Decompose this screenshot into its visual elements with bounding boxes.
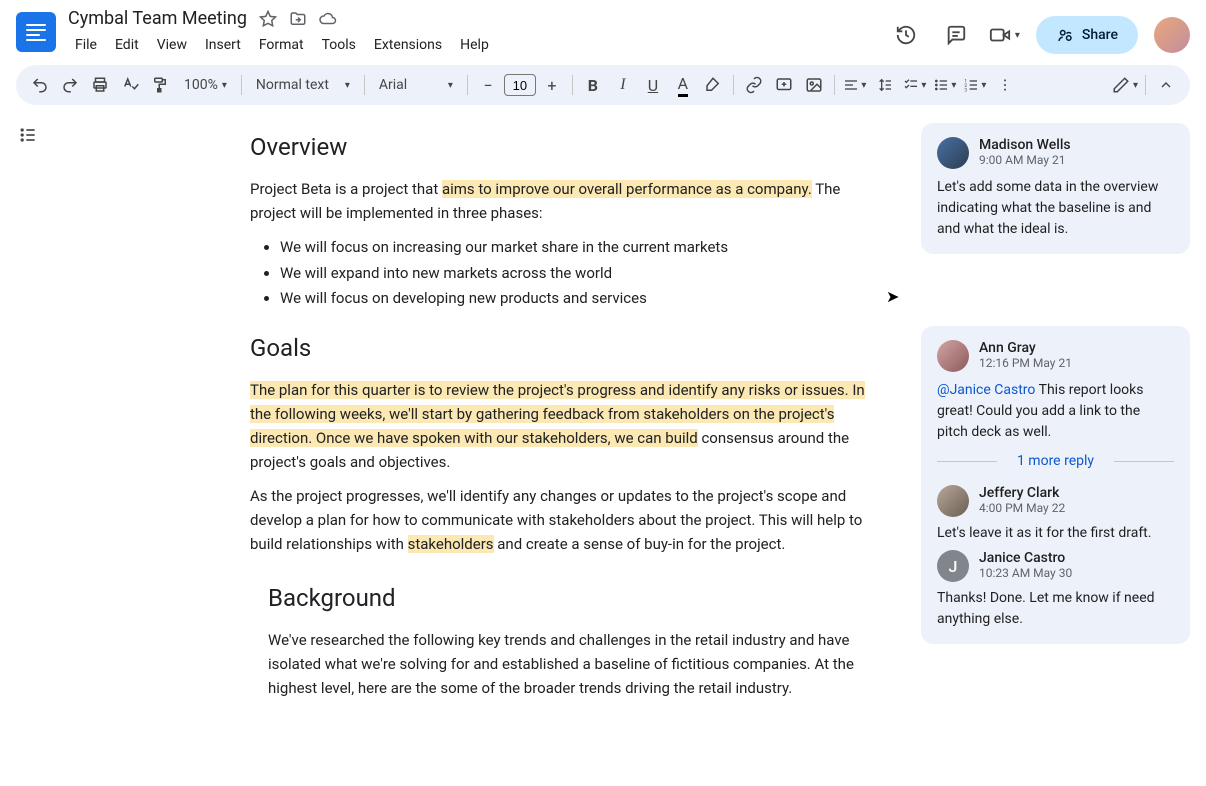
menu-file[interactable]: File (68, 33, 104, 57)
comment-card[interactable]: Madison Wells 9:00 AM May 21 Let's add s… (921, 123, 1190, 254)
commenter-avatar: J (937, 550, 969, 582)
toolbar: 100%▾ Normal text▾ Arial▾ − + B I U A ▾ … (16, 65, 1190, 105)
comment-card[interactable]: Ann Gray 12:16 PM May 21 @Janice Castro … (921, 326, 1190, 644)
commenter-avatar (937, 137, 969, 169)
comment-body: @Janice Castro This report looks great! … (937, 380, 1174, 443)
paragraph: As the project progresses, we'll identif… (250, 484, 881, 556)
paragraph-style-select[interactable]: Normal text▾ (248, 71, 358, 99)
comment-body: Let's add some data in the overview indi… (937, 177, 1174, 240)
bold-button[interactable]: B (579, 71, 607, 99)
heading-goals: Goals (250, 334, 881, 362)
spellcheck-button[interactable] (116, 71, 144, 99)
commenter-avatar (937, 485, 969, 517)
underline-button[interactable]: U (639, 71, 667, 99)
outline-toggle-icon[interactable] (18, 125, 50, 145)
font-size-input[interactable] (504, 74, 536, 96)
menu-extensions[interactable]: Extensions (367, 33, 449, 57)
redo-button[interactable] (56, 71, 84, 99)
collapse-toolbar-button[interactable] (1152, 71, 1180, 99)
more-options-button[interactable] (991, 71, 1019, 99)
highlight-color-button[interactable] (699, 71, 727, 99)
text-color-button[interactable]: A (669, 71, 697, 99)
comment-time: 12:16 PM May 21 (979, 356, 1072, 370)
star-icon[interactable] (259, 10, 277, 28)
print-button[interactable] (86, 71, 114, 99)
commenter-name: Madison Wells (979, 137, 1071, 153)
insert-link-button[interactable] (740, 71, 768, 99)
checklist-button[interactable]: ▾ (901, 71, 929, 99)
menu-view[interactable]: View (150, 33, 194, 57)
list-item: We will focus on developing new products… (280, 286, 881, 312)
menu-tools[interactable]: Tools (315, 33, 363, 57)
zoom-select[interactable]: 100%▾ (176, 71, 235, 99)
comment-body: Thanks! Done. Let me know if need anythi… (937, 588, 1174, 630)
commenter-name: Jeffery Clark (979, 485, 1065, 501)
commenter-avatar (937, 340, 969, 372)
comment-time: 4:00 PM May 22 (979, 501, 1065, 515)
heading-overview: Overview (250, 133, 881, 161)
comment-body: Let's leave it as it for the first draft… (937, 523, 1174, 544)
menu-help[interactable]: Help (453, 33, 496, 57)
docs-logo[interactable] (16, 12, 56, 52)
menu-edit[interactable]: Edit (108, 33, 146, 57)
align-button[interactable]: ▾ (841, 71, 869, 99)
document-title[interactable]: Cymbal Team Meeting (68, 8, 247, 29)
commenter-name: Janice Castro (979, 550, 1072, 566)
account-avatar[interactable] (1154, 17, 1190, 53)
line-spacing-button[interactable] (871, 71, 899, 99)
list-item: We will focus on increasing our market s… (280, 235, 881, 261)
share-button[interactable]: Share (1036, 16, 1138, 54)
chevron-down-icon: ▾ (1015, 30, 1020, 41)
editing-mode-button[interactable]: ▾ (1111, 71, 1139, 99)
comment-time: 10:23 AM May 30 (979, 566, 1072, 580)
increase-font-button[interactable]: + (538, 71, 566, 99)
menu-bar: File Edit View Insert Format Tools Exten… (68, 33, 889, 57)
paragraph: Project Beta is a project that aims to i… (250, 177, 881, 225)
add-comment-button[interactable] (770, 71, 798, 99)
more-replies-link[interactable]: 1 more reply (937, 443, 1174, 479)
numbered-list-button[interactable]: 123▾ (961, 71, 989, 99)
list-item: We will expand into new markets across t… (280, 261, 881, 287)
cloud-status-icon[interactable] (319, 10, 337, 28)
paint-format-button[interactable] (146, 71, 174, 99)
menu-insert[interactable]: Insert (198, 33, 248, 57)
document-body[interactable]: Overview Project Beta is a project that … (50, 113, 921, 779)
paragraph: We've researched the following key trend… (268, 628, 881, 700)
undo-button[interactable] (26, 71, 54, 99)
heading-background: Background (268, 584, 881, 612)
italic-button[interactable]: I (609, 71, 637, 99)
comment-time: 9:00 AM May 21 (979, 153, 1071, 167)
paragraph: The plan for this quarter is to review t… (250, 378, 881, 474)
insert-image-button[interactable] (800, 71, 828, 99)
move-icon[interactable] (289, 10, 307, 28)
decrease-font-button[interactable]: − (474, 71, 502, 99)
font-select[interactable]: Arial▾ (371, 71, 461, 99)
bulleted-list-button[interactable]: ▾ (931, 71, 959, 99)
comments-icon[interactable] (939, 18, 973, 52)
share-label: Share (1082, 27, 1118, 43)
menu-format[interactable]: Format (252, 33, 311, 57)
meet-button[interactable]: ▾ (989, 24, 1020, 46)
commenter-name: Ann Gray (979, 340, 1072, 356)
svg-text:3: 3 (965, 88, 968, 93)
history-icon[interactable] (889, 18, 923, 52)
